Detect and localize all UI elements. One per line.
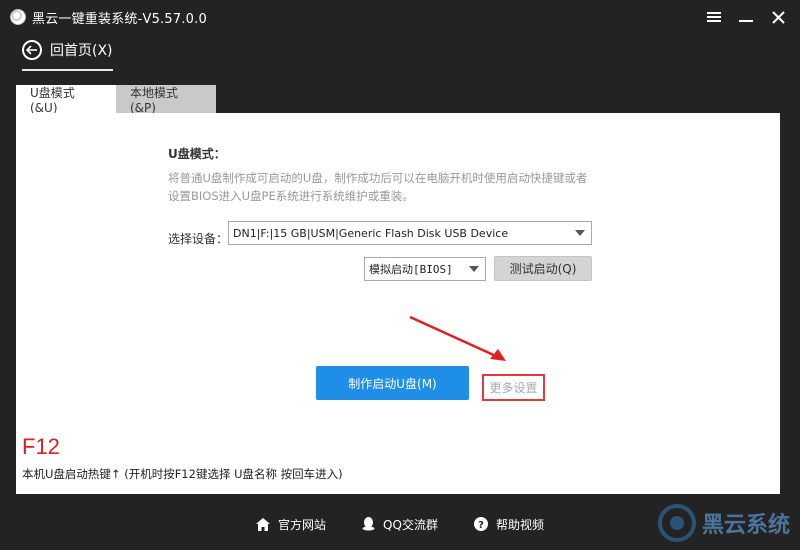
back-home-button[interactable]: 回首页(X) <box>22 37 113 71</box>
chevron-down-icon <box>469 266 479 272</box>
window-title: 黑云一键重装系统-V5.57.0.0 <box>32 11 207 27</box>
back-home-label: 回首页(X) <box>50 43 113 59</box>
home-icon <box>256 517 271 531</box>
mode-tabs: U盘模式(&U) 本地模式(&P) <box>16 85 216 115</box>
help-video-link[interactable]: ? 帮助视频 <box>473 516 544 533</box>
official-site-label: 官方网站 <box>278 517 327 532</box>
test-boot-button[interactable]: 测试启动(Q) <box>494 256 592 281</box>
boot-mode-value: 模拟启动[BIOS] <box>369 263 453 276</box>
minimize-icon <box>739 20 753 22</box>
tab-local-mode[interactable]: 本地模式(&P) <box>116 85 216 115</box>
hotkey-key: F12 <box>22 434 60 459</box>
make-boot-usb-button[interactable]: 制作启动U盘(M) <box>316 366 469 400</box>
official-site-link[interactable]: 官方网站 <box>256 516 326 533</box>
device-label: 选择设备： <box>168 232 229 246</box>
hotkey-box <box>16 430 364 494</box>
minimize-button[interactable] <box>730 1 762 33</box>
title-bar: 黑云一键重装系统-V5.57.0.0 <box>0 0 800 34</box>
red-arrow-annotation <box>409 315 506 361</box>
boot-mode-select[interactable]: 模拟启动[BIOS] <box>364 257 486 281</box>
tab-usb-mode[interactable]: U盘模式(&U) <box>16 85 116 115</box>
chevron-down-icon <box>575 230 585 236</box>
help-icon: ? <box>473 517 488 531</box>
watermark-logo-icon <box>657 504 696 542</box>
close-icon <box>771 10 785 24</box>
help-video-label: 帮助视频 <box>495 517 544 532</box>
window-controls <box>698 0 800 34</box>
back-arrow-icon <box>22 40 42 60</box>
hotkey-hint: 本机U盘启动热键↑ (开机时按F12键选择 U盘名称 按回车进入) <box>22 467 343 481</box>
device-select-value: DN1|F:|15 GB|USM|Generic Flash Disk USB … <box>233 226 509 240</box>
qq-icon <box>362 517 375 531</box>
menu-icon <box>707 12 721 22</box>
device-select[interactable]: DN1|F:|15 GB|USM|Generic Flash Disk USB … <box>228 221 592 245</box>
close-button[interactable] <box>762 1 794 33</box>
section-title: U盘模式： <box>168 147 226 161</box>
watermark: 黑云系统 <box>657 504 790 542</box>
watermark-text: 黑云系统 <box>701 513 790 538</box>
qq-group-link[interactable]: QQ交流群 <box>362 516 438 533</box>
app-logo-icon <box>10 9 26 25</box>
more-settings-button[interactable]: 更多设置 <box>482 374 545 401</box>
section-description: 将普通U盘制作成可启动的U盘，制作成功后可以在电脑开机时使用启动快捷键或者设置B… <box>168 171 588 203</box>
back-bar: 回首页(X) <box>0 36 800 72</box>
menu-button[interactable] <box>698 1 730 33</box>
svg-text:?: ? <box>478 520 484 531</box>
qq-group-label: QQ交流群 <box>383 517 438 532</box>
